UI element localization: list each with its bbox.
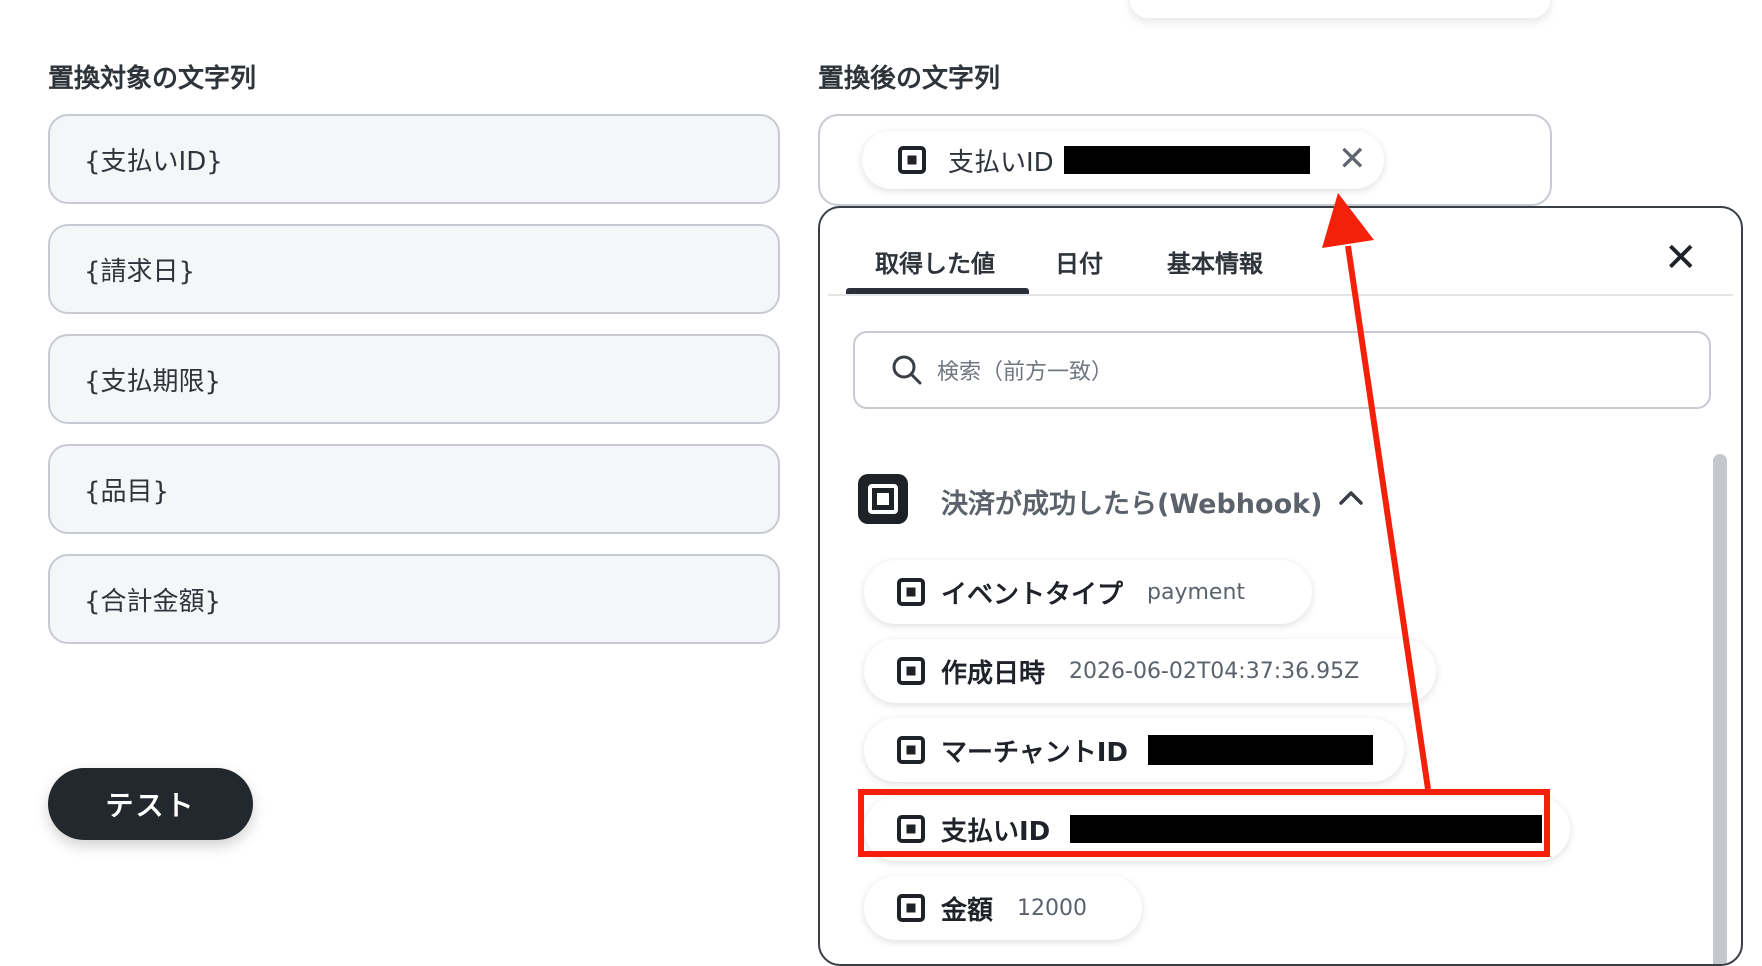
field-text: {請求日} [84, 256, 196, 287]
replacement-field[interactable]: 支払いID ✕ [818, 114, 1552, 206]
replace-target-field-payment-id[interactable]: {支払いID} [48, 114, 780, 204]
chevron-up-icon[interactable] [1337, 486, 1365, 508]
square-app-icon [897, 578, 925, 606]
item-value: 2026-06-02T04:37:36.95Z [1069, 658, 1360, 684]
tab-basic-info[interactable]: 基本情報 [1167, 244, 1263, 279]
search-icon [892, 355, 922, 385]
field-text: {支払期限} [84, 366, 222, 397]
replace-target-field-invoice-date[interactable]: {請求日} [48, 224, 780, 314]
value-item-amount[interactable]: 金額 12000 [864, 876, 1142, 940]
value-item-merchant-id[interactable]: マーチャントID [864, 718, 1404, 782]
item-label: 金額 [941, 895, 994, 926]
group-title: 決済が成功したら(Webhook) [941, 489, 1323, 520]
selected-value-chip[interactable]: 支払いID ✕ [862, 131, 1384, 189]
tab-fetched-values[interactable]: 取得した値 [875, 244, 995, 279]
item-value: payment [1147, 579, 1246, 605]
item-label: 作成日時 [941, 658, 1046, 689]
right-column-label: 置換後の文字列 [818, 64, 1001, 94]
remove-chip-icon[interactable]: ✕ [1338, 142, 1367, 176]
field-text: {支払いID} [84, 146, 223, 177]
search-placeholder: 検索（前方一致） [937, 360, 1114, 385]
value-item-event-type[interactable]: イベントタイプ payment [864, 560, 1312, 624]
left-column-label: 置換対象の文字列 [48, 64, 257, 94]
scrollbar-thumb[interactable] [1713, 454, 1727, 964]
close-panel-icon[interactable]: ✕ [1664, 238, 1698, 278]
replace-target-field-due-date[interactable]: {支払期限} [48, 334, 780, 424]
replace-target-field-item[interactable]: {品目} [48, 444, 780, 534]
tab-divider [828, 294, 1733, 296]
search-input[interactable]: 検索（前方一致） [853, 331, 1711, 409]
previous-card-edge [1130, 0, 1550, 18]
value-item-created-at[interactable]: 作成日時 2026-06-02T04:37:36.95Z [864, 639, 1436, 703]
item-label: イベントタイプ [941, 579, 1124, 610]
square-app-icon [897, 736, 925, 764]
replace-target-field-total[interactable]: {合計金額} [48, 554, 780, 644]
annotation-highlight-box [858, 789, 1550, 857]
square-app-icon [858, 474, 908, 524]
chip-label: 支払いID [948, 147, 1054, 178]
field-text: {品目} [84, 476, 170, 507]
square-app-icon [897, 894, 925, 922]
tab-date[interactable]: 日付 [1055, 244, 1103, 279]
chip-value-redacted [1063, 146, 1310, 174]
item-label: マーチャントID [941, 737, 1128, 768]
square-app-icon [898, 146, 926, 174]
scrollbar[interactable] [1707, 448, 1731, 964]
item-value-redacted [1148, 735, 1373, 765]
field-text: {合計金額} [84, 586, 222, 617]
test-button[interactable]: テスト [48, 768, 253, 840]
item-value: 12000 [1017, 895, 1088, 921]
square-app-icon [897, 657, 925, 685]
